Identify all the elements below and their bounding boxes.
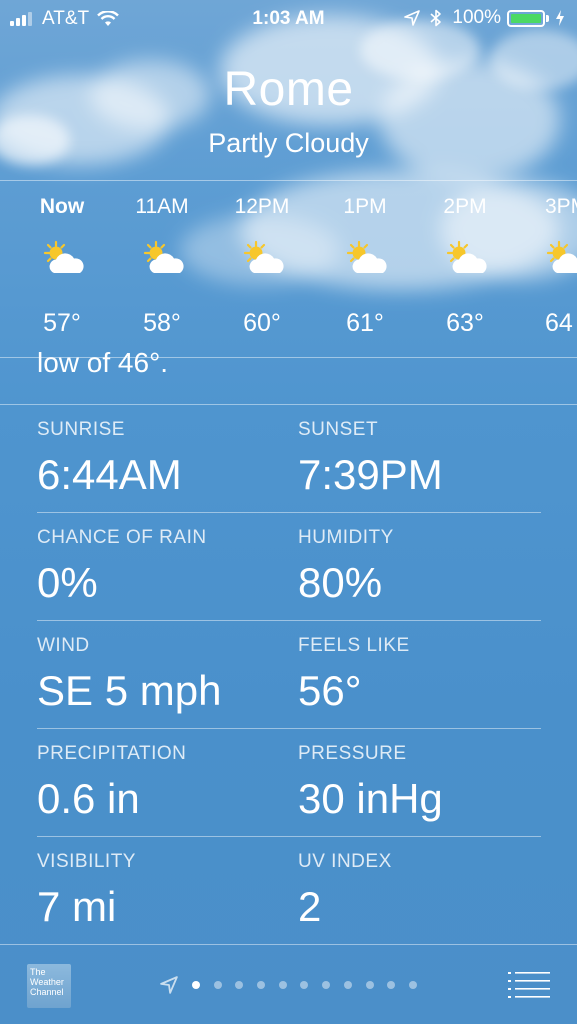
detail-row: PRECIPITATION 0.6 in PRESSURE 30 inHg [37, 729, 541, 837]
hour-temp: 61° [346, 309, 384, 337]
bottom-toolbar: The Weather Channel [0, 944, 577, 1024]
current-condition: Partly Cloudy [208, 128, 369, 158]
hour-time: 12PM [234, 195, 290, 218]
hour-time: 11AM [135, 195, 189, 218]
page-dot [322, 981, 331, 989]
page-dot [213, 981, 222, 989]
page-dot [235, 981, 244, 989]
partly-cloudy-icon [243, 240, 284, 273]
hour-time: 3PM [545, 195, 577, 218]
detail-label: SUNRISE [37, 419, 125, 440]
location-arrow-icon [160, 976, 178, 994]
page-dot [387, 981, 396, 989]
detail-label: FEELS LIKE [298, 635, 410, 656]
page-dot [365, 981, 374, 989]
hour-time: 2PM [443, 195, 487, 218]
detail-label: HUMIDITY [298, 527, 394, 548]
summary-text: low of 46°. [37, 347, 169, 373]
page-dot [343, 981, 352, 989]
detail-value: 0% [37, 559, 98, 606]
status-bar: AT&T 1:03 AM 100% [0, 0, 577, 38]
city-list-icon[interactable] [508, 969, 550, 999]
detail-row: SUNRISE 6:44AM SUNSET 7:39PM [37, 405, 541, 513]
hour-temp: 60° [243, 309, 281, 337]
location-arrow-icon [404, 10, 421, 26]
page-dot [192, 981, 200, 989]
city-name: Rome [223, 63, 354, 116]
detail-value: 7:39PM [298, 451, 443, 498]
bluetooth-icon [430, 9, 442, 27]
partly-cloudy-icon [143, 240, 184, 273]
detail-label: UV INDEX [298, 851, 392, 872]
detail-value: 80% [298, 559, 383, 606]
partly-cloudy-icon [446, 240, 487, 273]
page-dot [300, 981, 309, 989]
battery-icon [507, 9, 545, 27]
detail-row: VISIBILITY 7 mi UV INDEX 2 [37, 837, 541, 945]
page-dot [278, 981, 287, 989]
detail-value: 56° [298, 667, 362, 714]
detail-label: PRESSURE [298, 743, 407, 764]
hour-time: Now [39, 195, 85, 218]
detail-row: CHANCE OF RAIN 0% HUMIDITY 80% [37, 513, 541, 621]
page-dot [257, 981, 266, 989]
hour-temp: 64 [545, 309, 573, 337]
detail-value: 2 [298, 883, 322, 930]
detail-value: SE 5 mph [37, 667, 222, 714]
hour-temp: 63° [446, 309, 484, 337]
hourly-forecast[interactable]: Now 57° 11AM 58° 12PM 60° 1PM 61° 2PM 63… [0, 181, 577, 357]
detail-label: WIND [37, 635, 90, 656]
partly-cloudy-icon [346, 240, 387, 273]
detail-value: 7 mi [37, 883, 117, 930]
page-indicator[interactable] [160, 975, 431, 995]
partly-cloudy-icon [43, 240, 84, 273]
detail-value: 0.6 in [37, 775, 140, 822]
charging-bolt-icon [556, 10, 564, 26]
detail-label: CHANCE OF RAIN [37, 527, 207, 548]
status-bar-right: 100% [404, 7, 565, 29]
detail-label: VISIBILITY [37, 851, 136, 872]
hour-temp: 57° [43, 309, 81, 337]
partly-cloudy-icon [546, 240, 577, 273]
detail-label: SUNSET [298, 419, 379, 440]
detail-value: 6:44AM [37, 451, 182, 498]
forecast-summary: low of 46°. [37, 341, 537, 373]
battery-percent: 100% [452, 7, 501, 28]
page-dot [408, 981, 417, 989]
hour-temp: 58° [143, 309, 181, 337]
detail-row: WIND SE 5 mph FEELS LIKE 56° [37, 621, 541, 729]
detail-label: PRECIPITATION [37, 743, 187, 764]
detail-value: 30 inHg [298, 775, 443, 822]
weather-channel-logo[interactable]: The Weather Channel [27, 964, 71, 1008]
hour-time: 1PM [343, 195, 387, 218]
